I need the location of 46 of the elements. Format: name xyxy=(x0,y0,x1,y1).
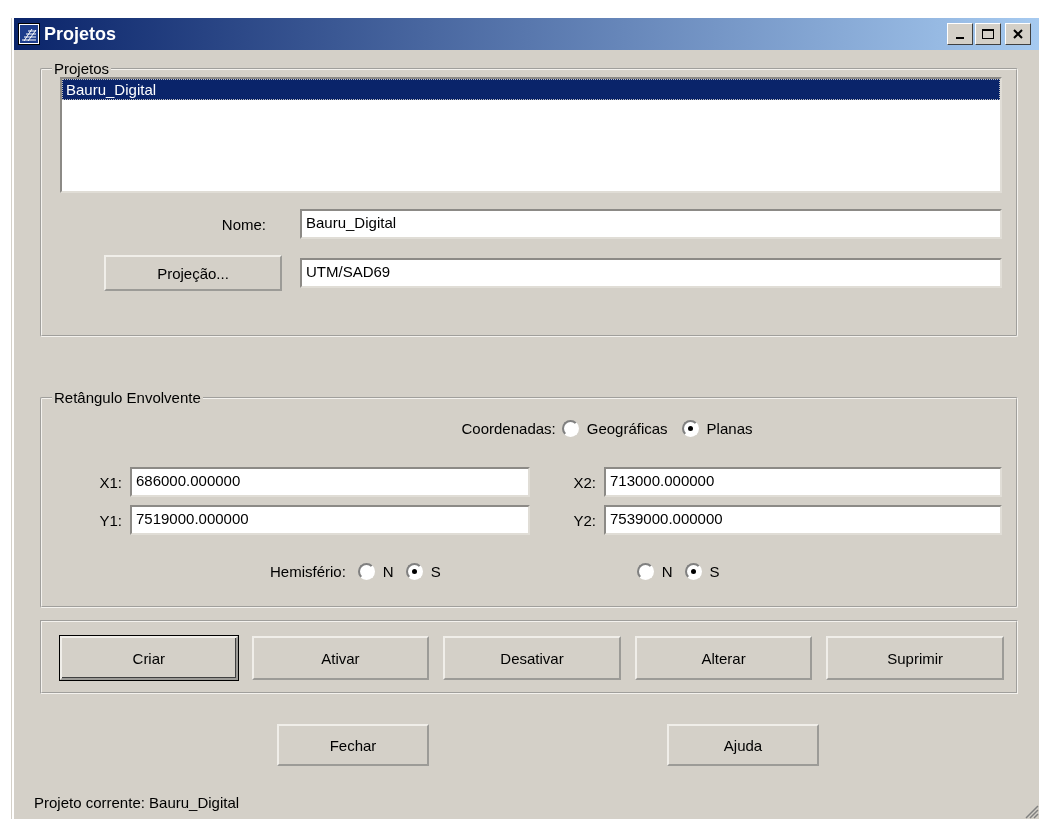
projection-button[interactable]: Projeção... xyxy=(104,255,282,291)
dialog-button[interactable]: Fechar xyxy=(277,724,429,766)
radio-label: N xyxy=(661,563,673,580)
list-item[interactable]: Bauru_Digital xyxy=(62,79,1000,100)
projection-field[interactable]: UTM/SAD69 xyxy=(300,258,1002,288)
action-button[interactable]: Ativar xyxy=(251,636,430,680)
radio-button[interactable] xyxy=(405,563,423,580)
maximize-button[interactable] xyxy=(975,23,1001,45)
coordinate-field[interactable]: 686000.000000 xyxy=(130,467,530,497)
resize-grip-icon[interactable] xyxy=(1023,803,1039,819)
field-label: Coordenadas: xyxy=(461,420,556,437)
field-label: X2: xyxy=(573,473,596,491)
field-label: X1: xyxy=(99,473,122,491)
radio-button[interactable] xyxy=(636,563,654,580)
action-button[interactable]: Desativar xyxy=(443,636,621,680)
action-button[interactable]: Alterar xyxy=(634,636,813,680)
radio-label: S xyxy=(709,563,720,580)
radio-label: Planas xyxy=(706,420,753,437)
minimize-icon xyxy=(956,37,964,39)
radio-label: S xyxy=(430,563,441,580)
coordinate-field[interactable]: 713000.000000 xyxy=(604,467,1002,497)
window-title: Projetos xyxy=(44,23,118,45)
minimize-button[interactable] xyxy=(947,23,973,45)
field-label: Hemisfério: xyxy=(270,563,346,580)
group-title: Retângulo Envolvente xyxy=(53,389,202,406)
field-label: Nome: xyxy=(221,215,267,233)
app-icon xyxy=(18,23,40,45)
coordinate-field[interactable]: 7539000.000000 xyxy=(604,505,1002,535)
name-field[interactable]: Bauru_Digital xyxy=(300,209,1002,239)
status-text: Projeto corrente: Bauru_Digital xyxy=(34,794,241,811)
action-button[interactable]: Suprimir xyxy=(826,636,1004,680)
radio-label: Geográficas xyxy=(586,420,668,437)
radio-button[interactable] xyxy=(681,420,699,437)
radio-label: N xyxy=(382,563,394,580)
field-label: Y2: xyxy=(573,511,596,529)
coordinate-field[interactable]: 7519000.000000 xyxy=(130,505,530,535)
field-label: Y1: xyxy=(99,511,122,529)
group-title: Projetos xyxy=(53,60,111,77)
dialog-button[interactable]: Ajuda xyxy=(667,724,819,766)
maximize-icon xyxy=(981,28,995,40)
radio-button[interactable] xyxy=(561,420,579,437)
close-icon xyxy=(1012,28,1024,40)
radio-button[interactable] xyxy=(684,563,702,580)
radio-button[interactable] xyxy=(357,563,375,580)
close-button[interactable] xyxy=(1005,23,1031,45)
action-button[interactable]: Criar xyxy=(60,636,238,680)
